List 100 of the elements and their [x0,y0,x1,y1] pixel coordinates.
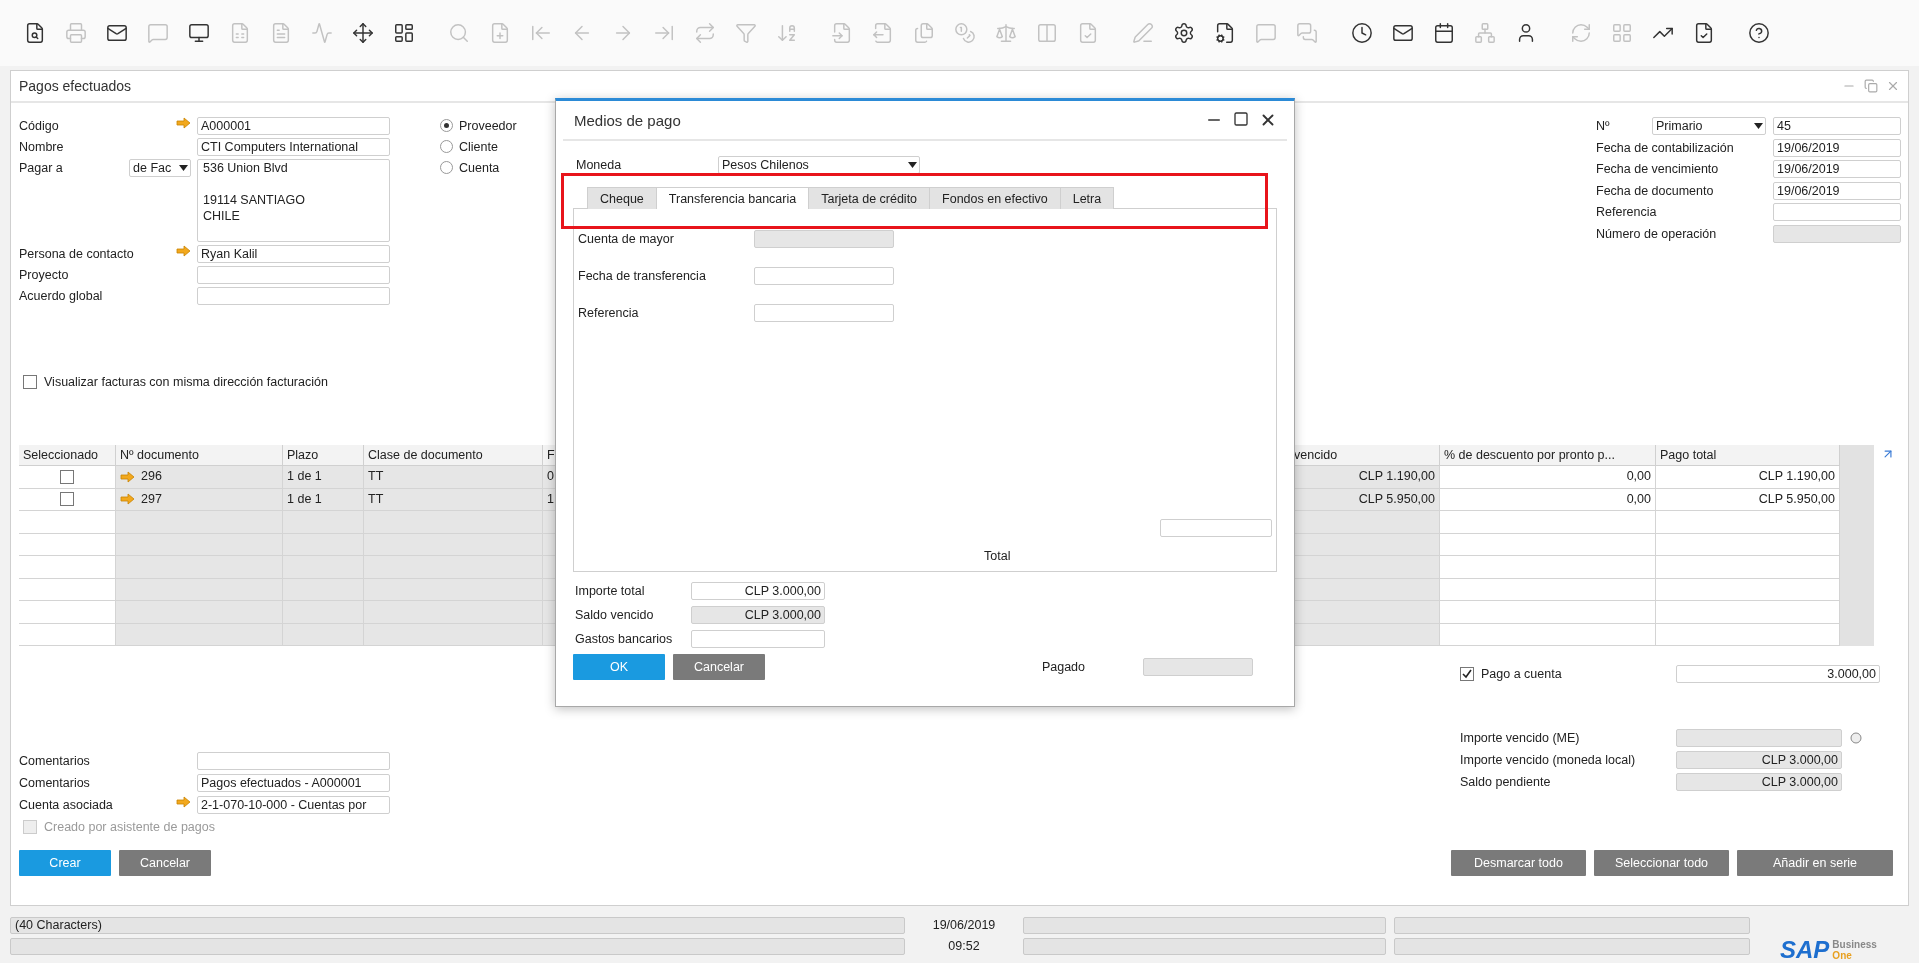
cell-text: 297 [141,490,162,508]
link-arrow-icon[interactable] [120,470,135,483]
tab[interactable]: Tarjeta de crédito [808,187,931,209]
checkbox[interactable] [1460,667,1474,681]
tab[interactable]: Fondos en efectivo [929,187,1061,209]
text-field[interactable]: 45 [1773,117,1901,135]
text-field[interactable] [197,752,390,770]
chart-icon [310,22,333,44]
currency-select[interactable]: Pesos Chilenos [718,155,920,174]
column-header[interactable]: Clase de documento [364,445,543,466]
address-field[interactable]: 536 Union Blvd 19114 SANTIAGO CHILE [197,159,390,242]
printer-icon [64,22,87,44]
text-field[interactable]: CTI Computers International [197,138,390,156]
layout-icon [392,22,415,44]
repeat-icon [693,22,716,44]
row-checkbox[interactable] [60,469,74,484]
message-icon [1254,22,1277,44]
sort-icon [775,22,798,44]
file-input-icon [830,22,853,44]
field-label: Importe vencido (ME) [1460,730,1581,747]
text-field[interactable]: 19/06/2019 [1773,181,1901,200]
amount-field[interactable]: CLP 3.000,00 [691,606,825,624]
field-label: Cuenta de mayor [578,231,675,248]
help-icon [1747,22,1770,44]
tab[interactable]: Transferencia bancaria [655,187,810,209]
table-cell: CLP 1.190,00 [1656,466,1840,489]
column-header[interactable]: Plazo [283,445,364,466]
select-value: Pesos Chilenos [722,157,809,172]
row-checkbox[interactable] [60,492,74,507]
text-field[interactable] [197,287,390,305]
text-field[interactable] [1773,224,1901,243]
columns-icon [1035,22,1058,44]
text-field[interactable]: A000001 [197,117,390,135]
text-field[interactable] [754,304,894,322]
field-label: Moneda [575,156,623,174]
text-field[interactable] [754,230,894,248]
field-label: Comentarios [19,775,90,792]
text-field[interactable]: 2-1-070-10-000 - Cuentas por [197,796,390,814]
text-field[interactable] [1773,203,1901,221]
network-icon [1473,22,1496,44]
form-button[interactable]: Cancelar [119,850,211,876]
logo-text: One [1832,950,1853,961]
column-header[interactable]: Seleccionado [19,445,116,466]
field-label: Código [19,118,59,135]
dialog-button[interactable]: Cancelar [673,654,765,680]
filter-icon [734,22,757,44]
maximize-icon[interactable] [1233,111,1249,127]
field-label: Fecha de contabilización [1596,139,1735,157]
table-action-button[interactable]: Seleccionar todo [1594,850,1729,876]
text-field[interactable]: 19/06/2019 [1773,160,1901,178]
tab[interactable]: Cheque [587,187,657,209]
tab[interactable]: Letra [1059,187,1115,209]
link-arrow-icon[interactable] [120,493,135,506]
radio-button[interactable] [440,119,453,132]
circle-icon[interactable] [1850,732,1862,744]
series-select[interactable]: Primario [1652,117,1766,135]
link-arrow-icon[interactable] [176,117,191,129]
caret-icon [908,161,917,168]
field-label: Comentarios [19,753,90,770]
mail-icon [1391,22,1414,44]
status-date: 19/06/2019 [931,917,997,934]
text-field[interactable] [754,267,894,285]
table-action-button[interactable]: Desmarcar todo [1451,850,1586,876]
link-arrow-icon[interactable] [176,796,191,808]
link-arrow-icon[interactable] [176,245,191,257]
radio-button[interactable] [440,140,453,153]
refresh-icon [1569,22,1592,44]
field-label: Importe total [574,583,646,600]
table-action-button[interactable]: Añadir en serie [1737,850,1893,876]
column-header[interactable]: Nº documento [116,445,283,466]
field-label: Acuerdo global [19,288,103,305]
radio-button[interactable] [440,161,453,174]
checkbox[interactable] [23,375,37,389]
field-label: Fecha de documento [1596,182,1715,200]
search-icon [447,22,470,44]
field-label: Fecha de vencimiento [1596,161,1720,178]
text-field[interactable]: Pagos efectuados - A000001 [197,774,390,792]
checkbox-label: Visualizar facturas con misma dirección facturación [44,375,328,389]
select-value: Primario [1656,119,1703,133]
field-label: Saldo pendiente [1460,774,1552,791]
text-field[interactable]: 3.000,00 [1676,665,1880,683]
restore-icon[interactable] [1864,79,1878,93]
pay-to-select[interactable]: de Fac [129,159,191,177]
files-icon [912,22,935,44]
text-field[interactable]: Ryan Kalil [197,245,390,263]
message-icon [146,22,169,44]
table-cell: TT [364,466,543,489]
text-field[interactable]: 19/06/2019 [1773,138,1901,157]
column-header[interactable]: % de descuento por pronto p... [1440,445,1656,466]
caret-icon [1754,123,1763,129]
window-title: Pagos efectuados [19,78,132,94]
field-label: Fecha de transferencia [578,268,707,285]
amount-field[interactable]: CLP 3.000,00 [691,582,825,600]
text-field[interactable] [197,266,390,284]
column-header[interactable]: Pago total [1656,445,1840,466]
amount-field[interactable] [691,630,825,648]
radio-label: Cuenta [459,160,500,175]
checkbox-label: Creado por asistente de pagos [44,820,215,834]
select-value: de Fac [133,161,172,175]
field-label: Saldo vencido [574,607,655,624]
